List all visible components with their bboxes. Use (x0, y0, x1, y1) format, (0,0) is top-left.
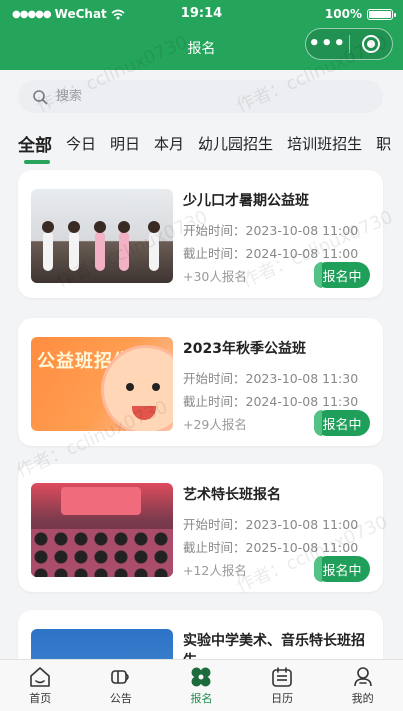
tabbar-label: 公告 (109, 692, 132, 705)
category-tabs: 全部 今日 明日 本月 幼儿园招生 培训班招生 职 (0, 120, 403, 166)
end-time: 截止时间：2024-10-08 11:00 (183, 246, 359, 261)
start-time: 开始时间：2023-10-08 11:30 (183, 371, 359, 386)
end-time: 截止时间：2025-10-08 11:00 (183, 540, 359, 555)
search-icon (33, 89, 48, 104)
status-right: 100% (324, 7, 396, 21)
activity-title: 艺术特长班报名 (183, 487, 281, 503)
crowd-figure (31, 529, 173, 577)
child-figure (94, 221, 106, 271)
child-figure (118, 221, 130, 271)
clover-icon (191, 667, 211, 687)
image-banner (61, 487, 141, 515)
activity-card[interactable]: 艺术特长班报名 开始时间：2023-10-08 11:00 截止时间：2025-… (18, 464, 383, 592)
header: ●●●●● WeChat 19:14 100% 报名 ••• (0, 0, 403, 70)
calendar-icon (272, 667, 292, 687)
status-badge[interactable]: 报名中 (314, 410, 370, 436)
tab-tomorrow[interactable]: 明日 (110, 133, 140, 154)
notice-icon (111, 670, 129, 684)
start-time: 开始时间：2023-10-08 11:00 (183, 517, 359, 532)
app-screen: ●●●●● WeChat 19:14 100% 报名 ••• 搜索 全部 今日 … (0, 0, 403, 711)
home-icon (30, 667, 51, 687)
more-button[interactable]: ••• (306, 30, 349, 58)
tab-today[interactable]: 今日 (66, 133, 96, 154)
tabbar-label: 我的 (351, 692, 374, 705)
tabbar-label: 日历 (271, 692, 294, 705)
signup-count: +12人报名 (183, 563, 247, 578)
battery-percent: 100% (324, 7, 362, 21)
tabbar-item-signup[interactable]: 报名 (161, 660, 242, 711)
signup-count: +30人报名 (183, 269, 247, 284)
child-figure (42, 221, 54, 271)
tab-kindergarten[interactable]: 幼儿园招生 (198, 133, 273, 154)
activity-image: 公益班招生 (31, 337, 173, 431)
tabbar-item-home[interactable]: 首页 (0, 660, 81, 711)
tab-this-month[interactable]: 本月 (154, 133, 184, 154)
tab-more[interactable]: 职 (376, 133, 391, 154)
tab-all[interactable]: 全部 (18, 131, 52, 164)
tabbar-item-calendar[interactable]: 日历 (242, 660, 323, 711)
activity-card[interactable]: 少儿口才暑期公益班 开始时间：2023-10-08 11:00 截止时间：202… (18, 170, 383, 298)
close-icon (361, 35, 380, 53)
user-icon (353, 667, 372, 687)
miniprogram-capsule: ••• (305, 28, 393, 60)
start-time: 开始时间：2023-10-08 11:00 (183, 223, 359, 238)
activity-image (31, 189, 173, 283)
end-time: 截止时间：2024-10-08 11:30 (183, 394, 359, 409)
activity-title: 少儿口才暑期公益班 (183, 193, 309, 209)
bottom-tab-bar: 首页 公告 报名 日历 我的 (0, 659, 403, 711)
tab-training[interactable]: 培训班招生 (287, 133, 362, 154)
activity-image (31, 483, 173, 577)
status-badge[interactable]: 报名中 (314, 262, 370, 288)
battery-icon (367, 8, 396, 20)
tabbar-item-notice[interactable]: 公告 (81, 660, 162, 711)
activity-card[interactable]: 公益班招生 2023年秋季公益班 开始时间：2023-10-08 11:30 截… (18, 318, 383, 446)
status-bar: ●●●●● WeChat 19:14 100% (0, 0, 403, 28)
tabbar-item-profile[interactable]: 我的 (322, 660, 403, 711)
child-figure (148, 221, 160, 271)
child-figure (68, 221, 80, 271)
close-button[interactable] (350, 35, 393, 53)
tabbar-label: 报名 (190, 692, 213, 705)
tabbar-label: 首页 (29, 692, 52, 705)
status-badge[interactable]: 报名中 (314, 556, 370, 582)
search-bar[interactable] (18, 80, 383, 113)
signup-count: +29人报名 (183, 417, 247, 432)
search-input[interactable] (56, 89, 336, 104)
activity-title: 2023年秋季公益班 (183, 341, 306, 357)
